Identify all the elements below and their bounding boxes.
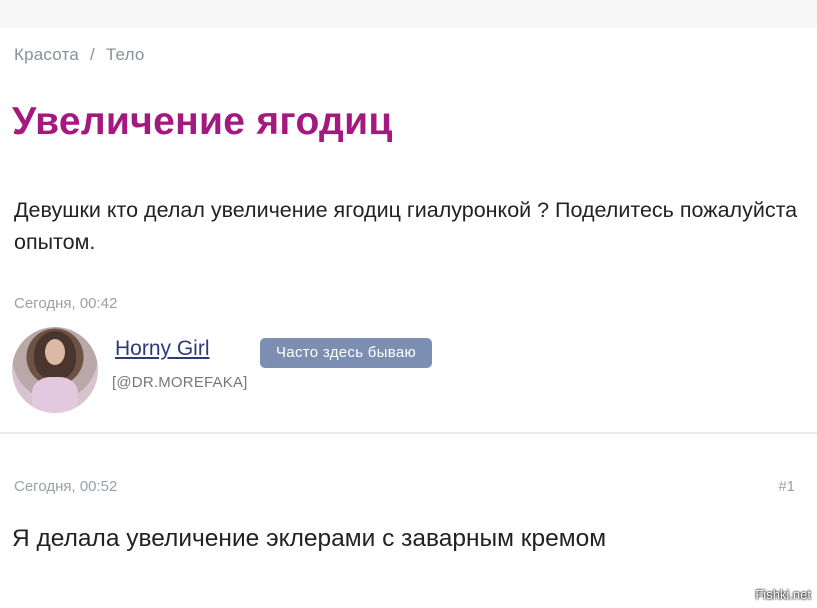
question-title: Увеличение ягодиц [12, 100, 393, 143]
author-username-link[interactable]: Horny Girl [115, 337, 210, 361]
answer-date: Сегодня, 00:52 [14, 478, 118, 495]
watermark: Fishki.net [755, 587, 811, 602]
breadcrumb-subcategory-link[interactable]: Тело [106, 45, 145, 64]
breadcrumb-category-link[interactable]: Красота [14, 45, 79, 64]
breadcrumb: Красота / Тело [14, 45, 145, 65]
avatar-face-shape [45, 339, 65, 365]
status-badge: Часто здесь бываю [260, 338, 433, 368]
breadcrumb-separator: / [89, 45, 95, 64]
top-strip [0, 0, 817, 28]
answer-post-number[interactable]: #1 [778, 478, 795, 495]
avatar-dress-shape [32, 377, 78, 413]
author-handle: [@DR.MOREFAKA] [112, 374, 248, 391]
question-date: Сегодня, 00:42 [14, 295, 118, 312]
question-text: Девушки кто делал увеличение ягодиц гиал… [14, 198, 798, 255]
avatar[interactable] [12, 327, 98, 413]
answer-text: Я делала увеличение эклерами с заварным … [12, 525, 607, 552]
divider [0, 432, 817, 434]
author-block: Horny Girl Часто здесь бываю [@DR.MOREFA… [12, 327, 612, 417]
